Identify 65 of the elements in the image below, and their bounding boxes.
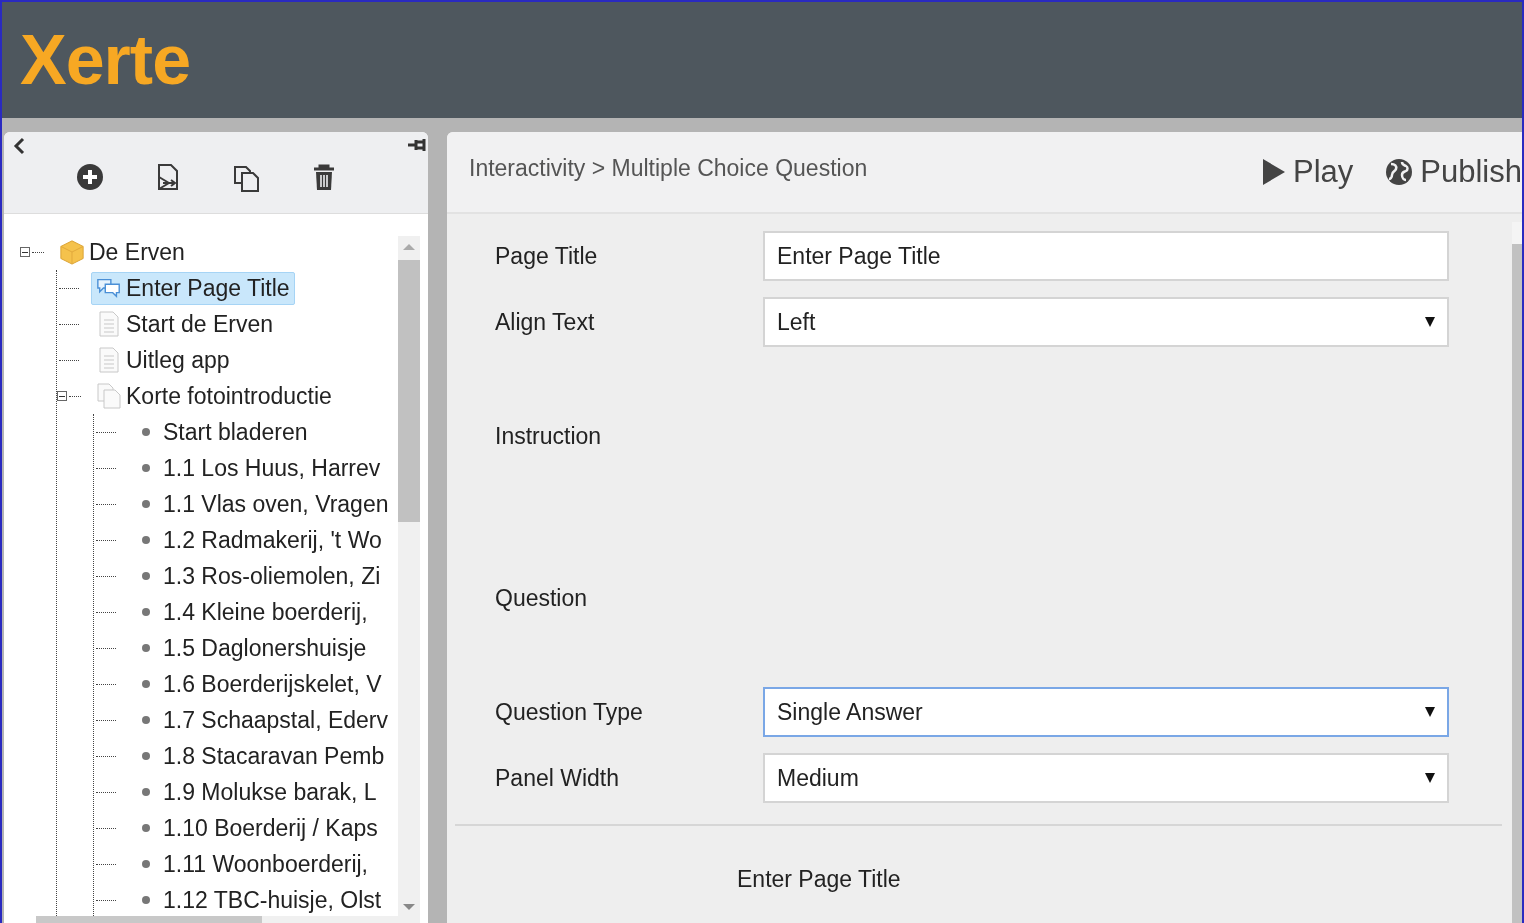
- publish-button[interactable]: Publish: [1385, 154, 1522, 190]
- tree-item[interactable]: 1.3 Ros-oliemolen, Zi: [128, 559, 386, 593]
- add-button[interactable]: [76, 162, 104, 193]
- bullet-icon: [141, 715, 151, 725]
- tree-item[interactable]: De Erven: [54, 235, 190, 269]
- xerte-logo: Xerte: [20, 20, 191, 100]
- document-icon: [98, 311, 120, 337]
- tree-item[interactable]: Korte fotointroductie: [91, 379, 337, 413]
- bullet-icon: [141, 823, 151, 833]
- dropdown[interactable]: Medium: [763, 753, 1449, 803]
- tree-item[interactable]: 1.9 Molukse barak, L: [128, 775, 382, 809]
- chevron-left-icon: [12, 136, 26, 156]
- dropdown[interactable]: Left: [763, 297, 1449, 347]
- bullet-icon: [141, 463, 151, 473]
- bullet-icon: [141, 679, 151, 689]
- plus-circle-icon: [76, 162, 104, 193]
- scrollbar[interactable]: [1512, 222, 1522, 923]
- tree-item[interactable]: 1.12 TBC-huisje, Olst: [128, 883, 387, 916]
- tree-item[interactable]: 1.11 Woonboerderij,: [128, 847, 373, 881]
- bullet-icon: [141, 643, 151, 653]
- tree-item[interactable]: 1.8 Stacaravan Pemb: [128, 739, 390, 773]
- breadcrumb: Interactivity > Multiple Choice Question: [469, 154, 869, 182]
- bullet-icon: [141, 895, 151, 905]
- tree-item[interactable]: 1.1 Vlas oven, Vragen: [128, 487, 394, 521]
- field-label: Instruction: [495, 422, 603, 450]
- documents-icon: [96, 383, 122, 409]
- tree-item[interactable]: 1.5 Daglonershuisje: [128, 631, 372, 665]
- dropdown[interactable]: Single Answer: [763, 687, 1449, 737]
- bullet-icon: [141, 499, 151, 509]
- collapse-panel-button[interactable]: [12, 136, 26, 156]
- play-icon: [1262, 158, 1286, 186]
- document-icon: [98, 347, 120, 373]
- tree-item[interactable]: 1.7 Schaapstal, Ederv: [128, 703, 394, 737]
- bullet-icon: [141, 607, 151, 617]
- tree-item[interactable]: 1.1 Los Huus, Harrev: [128, 451, 386, 485]
- bullet-icon: [141, 787, 151, 797]
- tree-item[interactable]: 1.10 Boerderij / Kaps: [128, 811, 383, 845]
- horizontal-scrollbar[interactable]: [36, 916, 420, 923]
- field-label: Page Title: [495, 242, 599, 270]
- field-label: Question: [495, 584, 589, 612]
- collapse-toggle[interactable]: [20, 247, 30, 257]
- bullet-icon: [141, 427, 151, 437]
- speech-bubbles-icon: [96, 276, 122, 300]
- play-button[interactable]: Play: [1262, 154, 1354, 190]
- bullet-icon: [141, 751, 151, 761]
- tree-item[interactable]: Start bladeren: [128, 415, 313, 449]
- field-label: Question Type: [495, 698, 644, 726]
- preview-title: Enter Page Title: [737, 866, 902, 893]
- scrollbar[interactable]: [398, 236, 420, 916]
- pin-icon: [408, 138, 428, 152]
- tree-item[interactable]: 1.2 Radmakerij, 't Wo: [128, 523, 387, 557]
- bullet-icon: [141, 859, 151, 869]
- tree-item[interactable]: Uitleg app: [91, 343, 235, 377]
- collapse-toggle[interactable]: [57, 391, 67, 401]
- tree-item[interactable]: Enter Page Title: [91, 271, 295, 305]
- text-field[interactable]: Enter Page Title: [763, 231, 1449, 281]
- field-label: Align Text: [495, 308, 596, 336]
- tree-item[interactable]: 1.4 Kleine boerderij,: [128, 595, 373, 629]
- bullet-icon: [141, 571, 151, 581]
- tree-item[interactable]: Start de Erven: [91, 307, 279, 341]
- bullet-icon: [141, 535, 151, 545]
- box-icon: [59, 238, 85, 266]
- pin-button[interactable]: [408, 138, 428, 152]
- field-label: Panel Width: [495, 764, 620, 792]
- tree-item[interactable]: 1.6 Boerderijskelet, V: [128, 667, 387, 701]
